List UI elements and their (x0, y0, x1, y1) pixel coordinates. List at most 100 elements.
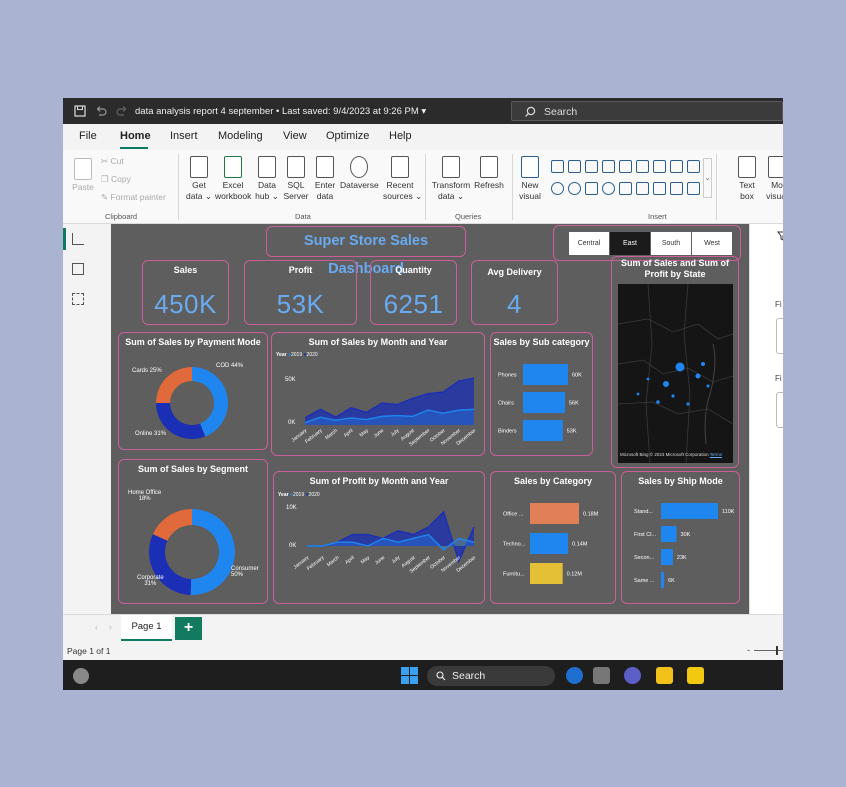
profit-month-card[interactable]: Sum of Profit by Month and Year Year ●20… (273, 471, 485, 604)
tab-help[interactable]: Help (389, 130, 412, 142)
sql-server-button[interactable]: SQL Server (283, 156, 309, 202)
map-card[interactable]: Sum of Sales and Sum of Profit by State (611, 256, 739, 468)
tab-insert[interactable]: Insert (170, 130, 198, 142)
segment-card[interactable]: Sum of Sales by Segment Consumer 50% Cor… (118, 459, 268, 604)
tab-home[interactable]: Home (120, 130, 151, 142)
next-page-icon[interactable]: › (109, 622, 112, 632)
redo-icon[interactable] (116, 105, 128, 117)
tab-modeling[interactable]: Modeling (218, 130, 263, 142)
sub-category-card[interactable]: Sales by Sub category Phones 60K Chairs 56K… (490, 332, 593, 456)
map-bubble[interactable] (636, 392, 640, 396)
map-bubble[interactable] (701, 362, 705, 366)
bar (661, 526, 677, 542)
format-painter-button[interactable]: ✎ Format painter (101, 192, 166, 203)
map-area[interactable]: Microsoft Bing © 2023 Microsoft Corporat… (618, 284, 733, 463)
table-icon[interactable] (670, 182, 683, 195)
tab-view[interactable]: View (283, 130, 307, 142)
map-bubble[interactable] (646, 377, 650, 381)
powerbi-icon[interactable] (687, 667, 704, 684)
ship-mode-card[interactable]: Sales by Ship Mode Stand... 110K First Cl.… (621, 471, 740, 604)
cut-button[interactable]: ✂ Cut (101, 156, 124, 167)
weather-icon[interactable] (73, 668, 89, 684)
save-icon[interactable] (74, 105, 86, 117)
refresh-button[interactable]: Refresh (473, 156, 505, 191)
category-card[interactable]: Sales by Category Office ... 0.18M Techno.… (490, 471, 616, 604)
map-bubble[interactable] (706, 384, 710, 388)
copy-button[interactable]: ❐ Copy (101, 174, 131, 185)
zoom-slider[interactable] (754, 650, 783, 651)
bing-icon[interactable] (566, 667, 583, 684)
ribbon-chart-icon[interactable] (636, 160, 649, 173)
treemap-icon[interactable] (585, 182, 598, 195)
column-chart-icon[interactable] (568, 160, 581, 173)
add-page-button[interactable]: + (175, 617, 202, 640)
filter-well[interactable] (776, 392, 783, 428)
title-search-input[interactable]: Search (511, 101, 783, 121)
kpi-card-profit[interactable]: Profit 53K (244, 260, 357, 325)
payment-mode-card[interactable]: Sum of Sales by Payment Mode COD 44% Onl… (118, 332, 268, 450)
slicer-west[interactable]: West (692, 232, 732, 255)
line-chart-icon[interactable] (653, 160, 666, 173)
prev-page-icon[interactable]: ‹ (95, 622, 98, 632)
clustered-column-icon[interactable] (602, 160, 615, 173)
map-bubble[interactable] (663, 381, 669, 387)
kpi-card-avg-delivery[interactable]: Avg Delivery 4 (471, 260, 558, 325)
kpi-card-quantity[interactable]: Quantity 6251 (370, 260, 457, 325)
recent-sources-button[interactable]: Recent sources ⌄ (383, 156, 422, 202)
gauge-icon[interactable] (619, 182, 632, 195)
card-icon[interactable] (636, 182, 649, 195)
slicer-east[interactable]: East (610, 232, 650, 255)
table-view-icon[interactable] (72, 263, 84, 275)
filter-well[interactable] (776, 318, 783, 354)
more-visuals-button[interactable]: Mo visual (762, 156, 783, 202)
filter-icon[interactable] (777, 231, 783, 241)
ship-mode-bars: Stand... 110K First Cl... 30K Secon... 23K Sam… (634, 503, 735, 588)
gallery-expand-icon[interactable]: ⌄ (703, 158, 712, 198)
zoom-out-icon[interactable]: - (747, 645, 750, 655)
zoom-slider-thumb[interactable] (776, 646, 778, 655)
tab-file[interactable]: File (79, 130, 97, 142)
stacked-bar-icon[interactable] (551, 160, 564, 173)
get-data-button[interactable]: Get data ⌄ (185, 156, 213, 202)
tab-optimize[interactable]: Optimize (326, 130, 369, 142)
window-title[interactable]: data analysis report 4 september • Last … (135, 106, 426, 117)
map-bubble[interactable] (656, 400, 660, 404)
transform-data-button[interactable]: Transform data ⌄ (431, 156, 471, 202)
map-bubble[interactable] (686, 402, 690, 406)
slice-label-corporate: Corporate 31% (137, 575, 164, 587)
kpi-card-sales[interactable]: Sales 450K (142, 260, 229, 325)
file-explorer-icon[interactable] (656, 667, 673, 684)
map-icon[interactable] (602, 182, 615, 195)
kpi-icon[interactable] (653, 182, 666, 195)
dataverse-button[interactable]: Dataverse (340, 156, 379, 191)
matrix-icon[interactable] (687, 182, 700, 195)
excel-workbook-button[interactable]: Excel workbook (215, 156, 251, 202)
enter-data-button[interactable]: Enter data (312, 156, 338, 202)
map-terms-link[interactable]: Terms (710, 452, 722, 457)
text-box-button[interactable]: Text box (732, 156, 762, 202)
taskbar-search[interactable]: Search (427, 666, 555, 686)
pie-chart-icon[interactable] (551, 182, 564, 195)
map-bubble[interactable] (671, 394, 675, 398)
x-tick-label: June (374, 555, 386, 567)
undo-icon[interactable] (95, 105, 107, 117)
task-view-icon[interactable] (593, 667, 610, 684)
slicer-central[interactable]: Central (569, 232, 609, 255)
clustered-bar-icon[interactable] (585, 160, 598, 173)
map-bubble[interactable] (695, 373, 701, 379)
slicer-south[interactable]: South (651, 232, 691, 255)
report-view-icon[interactable] (72, 233, 84, 245)
data-hub-button[interactable]: Data hub ⌄ (254, 156, 280, 202)
map-bubble[interactable] (675, 362, 685, 372)
teams-icon[interactable] (624, 667, 641, 684)
donut-chart-icon[interactable] (568, 182, 581, 195)
model-view-icon[interactable] (72, 293, 84, 305)
waterfall-icon[interactable] (687, 160, 700, 173)
windows-start-icon[interactable] (401, 667, 418, 684)
new-visual-button[interactable]: New visual (517, 156, 543, 202)
sales-month-card[interactable]: Sum of Sales by Month and Year Year ●201… (271, 332, 485, 456)
stacked-column-icon[interactable] (619, 160, 632, 173)
area-chart-icon[interactable] (670, 160, 683, 173)
paste-button[interactable]: Paste (69, 158, 97, 193)
page-tab-1[interactable]: Page 1 (121, 615, 172, 641)
